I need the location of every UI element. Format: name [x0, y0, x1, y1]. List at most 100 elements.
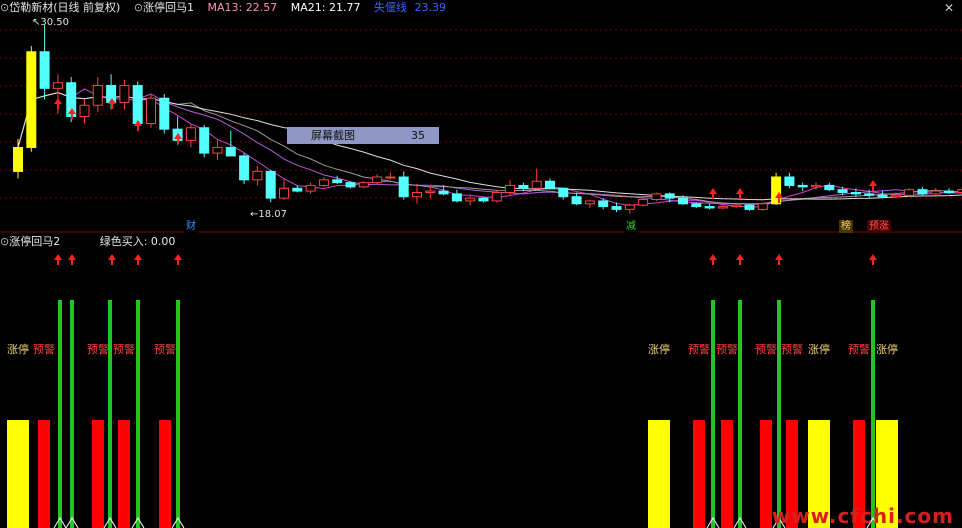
- candle-body: [757, 203, 768, 210]
- buy-arrow-icon: [54, 98, 62, 109]
- candle-body: [505, 184, 516, 193]
- close-icon[interactable]: ✕: [944, 1, 954, 15]
- candle-body: [225, 146, 236, 157]
- candle-body: [358, 182, 369, 188]
- buy-arrow-icon: [709, 188, 717, 199]
- candle-body: [797, 184, 808, 188]
- event-mark-bang[interactable]: 榜: [839, 220, 853, 233]
- event-mark-yuzhang[interactable]: 预涨: [867, 220, 891, 233]
- candle-body: [412, 191, 422, 198]
- top-panel-grid: [0, 29, 962, 199]
- candle-body: [598, 200, 609, 208]
- candle-body: [624, 204, 635, 210]
- indicator-dropdown-1[interactable]: ⊙涨停回马1: [134, 0, 194, 16]
- candle-body: [691, 203, 702, 208]
- candle-body: [26, 51, 37, 148]
- limit-up-label: 涨停: [648, 342, 670, 356]
- warning-label: 预警: [781, 342, 803, 356]
- green-buy-bar: [108, 300, 112, 528]
- green-buy-bar: [871, 300, 875, 528]
- candle-body: [678, 197, 688, 205]
- screenshot-value: 35: [411, 129, 425, 142]
- warning-label: 预警: [87, 342, 109, 356]
- candle-body: [199, 127, 210, 154]
- candle-body: [704, 206, 715, 209]
- candle-body: [744, 204, 755, 210]
- candle-body: [372, 176, 383, 184]
- green-buy-bar: [70, 300, 74, 528]
- high-price-label: ↖30.50: [30, 16, 71, 29]
- buy-arrow-icon: [775, 254, 783, 265]
- bottom-panel-header: ⊙涨停回马2 绿色买入: 0.00: [0, 234, 185, 250]
- candle-body: [465, 197, 476, 202]
- candle-body: [425, 190, 436, 193]
- top-panel-header: ⊙岱勒新材(日线 前复权) ⊙涨停回马1 MA13: 22.57 MA21: 2…: [0, 0, 456, 16]
- candle-body: [944, 190, 954, 193]
- green-buy-bar: [738, 300, 742, 528]
- indicator-dropdown-2[interactable]: ⊙涨停回马2: [0, 234, 60, 250]
- warning-bar: [38, 420, 50, 528]
- buy-arrow-icon: [108, 254, 116, 265]
- warning-bar: [760, 420, 772, 528]
- candle-body: [584, 200, 595, 205]
- candle-body: [265, 170, 276, 199]
- stock-chart[interactable]: 涨停 预警 预警 预警 预警 涨停 预警 预警 预警 预警 涨停 预警 涨停: [0, 0, 962, 528]
- candle-body: [518, 184, 529, 189]
- indicator-bars[interactable]: [7, 300, 898, 528]
- high-price: 30.50: [40, 17, 70, 28]
- dropdown-icon: ⊙: [133, 1, 144, 14]
- candle-body: [146, 97, 156, 125]
- indicator-name: 涨停回马2: [9, 235, 61, 248]
- candlestick-series[interactable]: [13, 21, 962, 214]
- stock-title: 岱勒新材(日线 前复权): [9, 1, 121, 14]
- watermark: www.cfchi.com: [771, 504, 954, 528]
- ma13-value: MA13: 22.57: [207, 1, 278, 14]
- candle-body: [92, 85, 103, 106]
- candle-body: [717, 206, 728, 209]
- warning-bar: [159, 420, 171, 528]
- candle-body: [13, 146, 23, 172]
- warning-label: 预警: [716, 342, 738, 356]
- screenshot-label: 屏幕截图: [311, 129, 355, 142]
- candle-body: [119, 85, 130, 103]
- candle-body: [917, 189, 928, 195]
- candle-body: [318, 179, 329, 186]
- buy-arrow-icon: [736, 254, 744, 265]
- candle-body: [491, 191, 502, 202]
- candle-body: [864, 193, 875, 196]
- candle-body: [957, 189, 962, 193]
- event-mark-jian[interactable]: 减: [624, 220, 638, 233]
- warning-label: 预警: [688, 342, 710, 356]
- candle-body: [571, 196, 582, 205]
- stock-title-dropdown[interactable]: ⊙岱勒新材(日线 前复权): [0, 0, 120, 16]
- candle-body: [545, 180, 555, 189]
- event-mark-text: 减: [626, 221, 636, 232]
- candle-body: [850, 191, 861, 195]
- dropdown-icon: ⊙: [0, 1, 10, 14]
- candle-body: [398, 176, 409, 198]
- candle-body: [930, 190, 941, 195]
- candle-body: [638, 199, 649, 206]
- buy-arrow-icon: [134, 254, 142, 265]
- line-label: 失偃线: [373, 1, 407, 14]
- candle-body: [385, 176, 396, 179]
- candle-body: [79, 104, 90, 118]
- green-buy-bar: [711, 300, 715, 528]
- warning-label: 预警: [33, 342, 55, 356]
- candle-body: [292, 187, 303, 192]
- green-buy-bar: [176, 300, 180, 528]
- candle-body: [212, 146, 223, 154]
- screenshot-overlay[interactable]: 屏幕截图 35: [287, 127, 439, 144]
- candle-body: [731, 204, 742, 208]
- buy-arrow-icon: [54, 254, 62, 265]
- dropdown-icon: ⊙: [0, 235, 10, 248]
- event-mark-cai[interactable]: 财: [184, 220, 198, 233]
- buy-arrow-icon: [709, 254, 717, 265]
- buy-arrow-icon: [869, 254, 877, 265]
- candle-body: [877, 194, 888, 198]
- limit-up-bar: [7, 420, 29, 528]
- event-mark-text: 财: [186, 221, 196, 232]
- candle-body: [239, 155, 250, 181]
- candle-body: [332, 179, 343, 184]
- candle-body: [345, 182, 356, 188]
